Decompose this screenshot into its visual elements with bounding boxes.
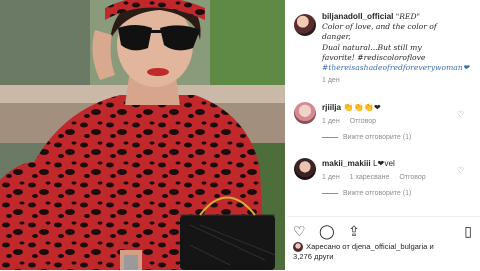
comment-text: L❤vel: [372, 159, 395, 168]
caption-line-2: Color of love, and the color of: [322, 22, 437, 32]
comment-like-icon[interactable]: ♡: [457, 166, 464, 175]
post-image: [0, 0, 285, 270]
comment-like-icon[interactable]: ♡: [457, 110, 464, 119]
caption-block: biljanadoll_official "RED" Color of love…: [322, 12, 478, 86]
likes-line-2: 3,276 други: [293, 252, 334, 261]
heart-outline-icon[interactable]: ♡: [293, 223, 306, 240]
commenter-avatar[interactable]: [294, 158, 316, 180]
likes-summary[interactable]: Харесано от djena_official_bulgaria и 3,…: [293, 242, 475, 262]
caption-line-5: favorite! #rediscoloroflove: [322, 52, 426, 62]
likes-line-1: Харесано от djena_official_bulgaria и: [306, 242, 434, 251]
share-icon[interactable]: ⇪: [348, 223, 360, 240]
comment-text: 👏👏👏❤: [343, 103, 381, 112]
comment-username[interactable]: rjiilja: [322, 103, 341, 112]
caption-line-1: "RED": [395, 12, 421, 21]
caption-line-4: Dual natural...But still my: [322, 42, 422, 52]
reply-button[interactable]: Отговор: [399, 174, 425, 181]
liker-avatar: [293, 242, 303, 252]
view-replies-link[interactable]: Вижте отговорите (1): [322, 133, 462, 143]
post-actions: ♡ ◯ ⇪ ▯ Харесано от djena_official_bulga…: [287, 216, 480, 271]
post-photo: [0, 0, 285, 270]
comments-panel: biljanadoll_official "RED" Color of love…: [287, 0, 480, 270]
bookmark-icon[interactable]: ▯: [464, 223, 472, 240]
view-replies-link[interactable]: Вижте отговорите (1): [322, 189, 462, 199]
commenter-avatar[interactable]: [294, 102, 316, 124]
reply-button[interactable]: Отговор: [350, 118, 376, 125]
author-username[interactable]: biljanadoll_official: [322, 12, 393, 21]
caption-time: 1 ден: [322, 77, 340, 85]
comment-time: 1 ден: [322, 174, 340, 181]
comment-time: 1 ден: [322, 118, 340, 125]
caption-line-3: danger,: [322, 32, 351, 42]
comment-icon[interactable]: ◯: [319, 223, 335, 240]
comment-likes[interactable]: 1 харесване: [350, 174, 390, 181]
comment-username[interactable]: makii_makiii: [322, 159, 371, 168]
hashtag-link[interactable]: #thereisashadeofredforeverywoman❤: [322, 63, 469, 72]
author-avatar[interactable]: [294, 14, 316, 36]
